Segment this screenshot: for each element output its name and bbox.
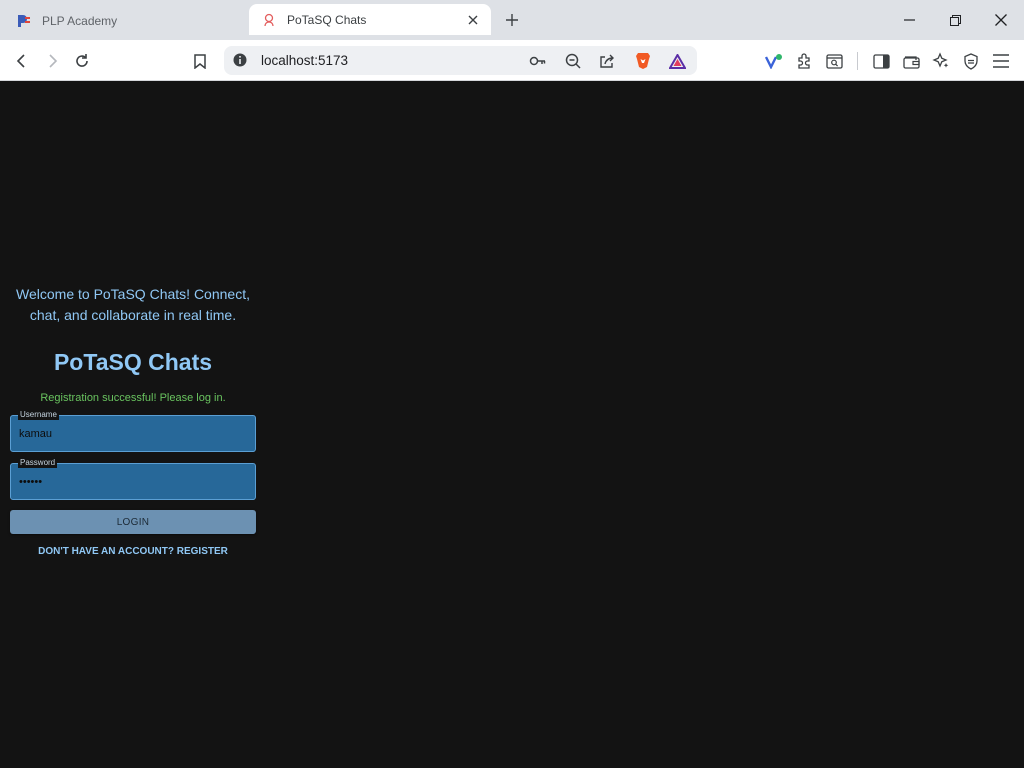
password-field[interactable]: Password [10, 458, 256, 500]
toolbar-separator [857, 52, 858, 70]
menu-icon[interactable] [988, 48, 1014, 74]
back-icon[interactable] [9, 48, 35, 74]
site-info-icon[interactable] [232, 52, 248, 68]
tab-title: PoTaSQ Chats [287, 12, 367, 27]
minimize-icon[interactable] [889, 6, 929, 34]
share-icon[interactable] [596, 50, 618, 72]
login-panel: Welcome to PoTaSQ Chats! Connect, chat, … [10, 284, 256, 557]
vpn-icon[interactable] [761, 48, 787, 74]
welcome-line-1: Welcome to PoTaSQ Chats! Connect, [16, 286, 250, 302]
tab-strip: PLP Academy PoTaSQ Chats [0, 0, 1024, 40]
leo-search-icon[interactable] [821, 48, 847, 74]
restore-icon[interactable] [935, 6, 975, 34]
zoom-out-icon[interactable] [562, 50, 584, 72]
username-label: Username [18, 410, 59, 420]
app-title: PoTaSQ Chats [53, 349, 213, 375]
brave-shields-icon[interactable] [632, 50, 654, 72]
brave-rewards-icon[interactable] [666, 50, 688, 72]
sidebar-toggle-icon[interactable] [868, 48, 894, 74]
password-label: Password [18, 458, 58, 468]
success-message: Registration successful! Please log in. [40, 392, 226, 404]
bookmark-icon[interactable] [187, 48, 213, 74]
page-content: Welcome to PoTaSQ Chats! Connect, chat, … [0, 81, 1024, 768]
wallet-icon[interactable] [898, 48, 924, 74]
plp-academy-favicon-icon [16, 13, 32, 29]
password-input[interactable] [19, 474, 244, 490]
new-tab-icon[interactable] [500, 8, 524, 32]
login-button[interactable]: LOGIN [10, 510, 256, 534]
reload-icon[interactable] [69, 48, 95, 74]
browser-toolbar: localhost:5173 [0, 40, 1024, 81]
tab-plp-academy[interactable]: PLP Academy [8, 6, 244, 35]
tab-potasq-chats[interactable]: PoTaSQ Chats [249, 4, 491, 35]
username-input[interactable] [19, 426, 244, 442]
tab-title: PLP Academy [42, 13, 118, 28]
key-icon[interactable] [527, 50, 549, 72]
close-window-icon[interactable] [981, 6, 1021, 34]
address-url: localhost:5173 [261, 53, 349, 68]
potasq-favicon-icon [261, 12, 277, 28]
extensions-icon[interactable] [791, 48, 817, 74]
privacy-shield-icon[interactable] [958, 48, 984, 74]
username-field[interactable]: Username [10, 410, 256, 452]
leo-ai-icon[interactable] [928, 48, 954, 74]
welcome-text: Welcome to PoTaSQ Chats! Connect, chat, … [10, 284, 256, 326]
close-tab-icon[interactable] [463, 10, 483, 30]
forward-icon[interactable] [39, 48, 65, 74]
address-bar[interactable]: localhost:5173 [224, 46, 697, 75]
register-link[interactable]: DON'T HAVE AN ACCOUNT? REGISTER [10, 546, 256, 557]
welcome-line-2: chat, and collaborate in real time. [29, 307, 237, 323]
